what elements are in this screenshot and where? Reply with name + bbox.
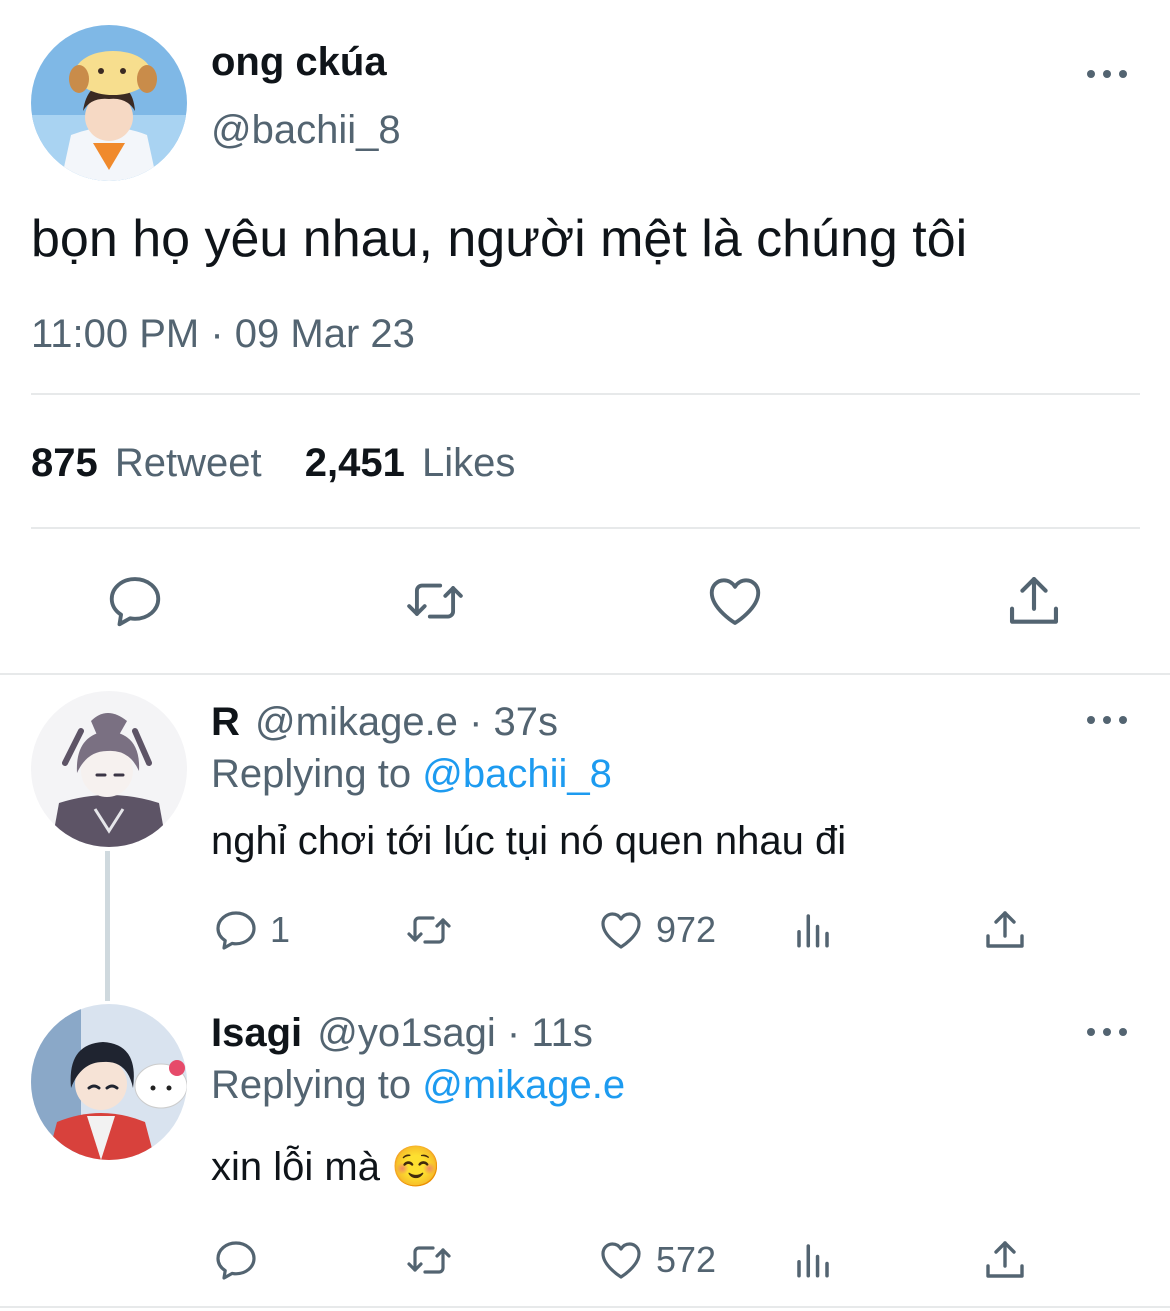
avatar[interactable]	[31, 1004, 187, 1160]
likes-count[interactable]: 2,451	[305, 441, 405, 485]
engagement-stats: 875 Retweet 2,451 Likes	[31, 440, 515, 486]
reply-button[interactable]	[104, 570, 166, 632]
like-button[interactable]: 972	[596, 906, 716, 954]
share-icon	[986, 911, 1024, 948]
reply-header: Isagi @yo1sagi · 11s	[211, 1010, 593, 1056]
author-handle[interactable]: @bachii_8	[211, 108, 401, 152]
replying-label: Replying to	[211, 752, 412, 796]
reply-icon	[109, 577, 161, 627]
author-name[interactable]: Isagi	[211, 1011, 302, 1055]
reply-text: nghỉ chơi tới lúc tụi nó quen nhau đi	[211, 819, 847, 863]
retweet-button[interactable]	[403, 906, 455, 954]
reply-icon	[216, 911, 256, 950]
replying-to: Replying to @mikage.e	[211, 1062, 625, 1108]
more-options-icon[interactable]	[1087, 710, 1127, 730]
reply-text: xin lỗi mà ☺️	[211, 1145, 441, 1189]
like-count: 572	[656, 1239, 717, 1280]
like-button[interactable]: 572	[596, 1236, 716, 1284]
like-icon	[709, 578, 761, 625]
divider	[31, 393, 1140, 395]
reply-icon	[216, 1241, 256, 1280]
likes-label[interactable]: Likes	[422, 441, 515, 485]
tweet-timestamp[interactable]: 11:00 PM · 09 Mar 23	[31, 311, 415, 357]
like-button[interactable]	[704, 570, 766, 632]
author-handle[interactable]: @mikage.e	[255, 700, 458, 744]
share-button[interactable]	[1003, 570, 1065, 632]
analytics-button[interactable]	[792, 1238, 834, 1282]
thread-line	[105, 851, 110, 1001]
reply-time[interactable]: · 37s	[469, 700, 558, 744]
analytics-icon	[797, 914, 829, 948]
share-icon	[986, 1241, 1024, 1278]
like-icon	[601, 912, 641, 949]
like-count: 972	[656, 909, 717, 950]
tweet-text: bọn họ yêu nhau, người mệt là chúng tôi	[31, 210, 968, 268]
analytics-icon	[797, 1244, 829, 1278]
reply-count: 1	[270, 909, 291, 950]
replying-label: Replying to	[211, 1063, 412, 1107]
avatar[interactable]	[31, 25, 187, 181]
more-options-icon[interactable]	[1087, 64, 1127, 84]
author-name[interactable]: ong ckúa	[211, 40, 387, 84]
like-icon	[601, 1242, 641, 1279]
reply-button[interactable]: 1	[212, 906, 290, 954]
retweet-icon	[407, 916, 451, 944]
author-name[interactable]: R	[211, 700, 240, 744]
retweet-button[interactable]	[403, 1236, 455, 1284]
retweet-icon	[407, 1246, 451, 1274]
author-handle[interactable]: @yo1sagi	[317, 1011, 495, 1055]
avatar[interactable]	[31, 691, 187, 847]
reply-button[interactable]	[212, 1236, 270, 1284]
reply-header: R @mikage.e · 37s	[211, 699, 558, 745]
replying-to-link[interactable]: @mikage.e	[422, 1063, 625, 1107]
share-button[interactable]	[981, 906, 1029, 954]
more-options-icon[interactable]	[1087, 1022, 1127, 1042]
reply-time[interactable]: · 11s	[507, 1011, 593, 1055]
share-icon	[1009, 576, 1059, 624]
divider	[31, 527, 1140, 529]
divider	[0, 673, 1170, 675]
replying-to-link[interactable]: @bachii_8	[422, 752, 612, 796]
analytics-button[interactable]	[792, 908, 834, 952]
share-button[interactable]	[981, 1236, 1029, 1284]
retweet-label[interactable]: Retweet	[115, 441, 262, 485]
replying-to: Replying to @bachii_8	[211, 751, 612, 797]
retweet-count[interactable]: 875	[31, 441, 98, 485]
divider	[0, 1306, 1170, 1308]
retweet-icon	[407, 583, 463, 619]
retweet-button[interactable]	[403, 570, 467, 632]
